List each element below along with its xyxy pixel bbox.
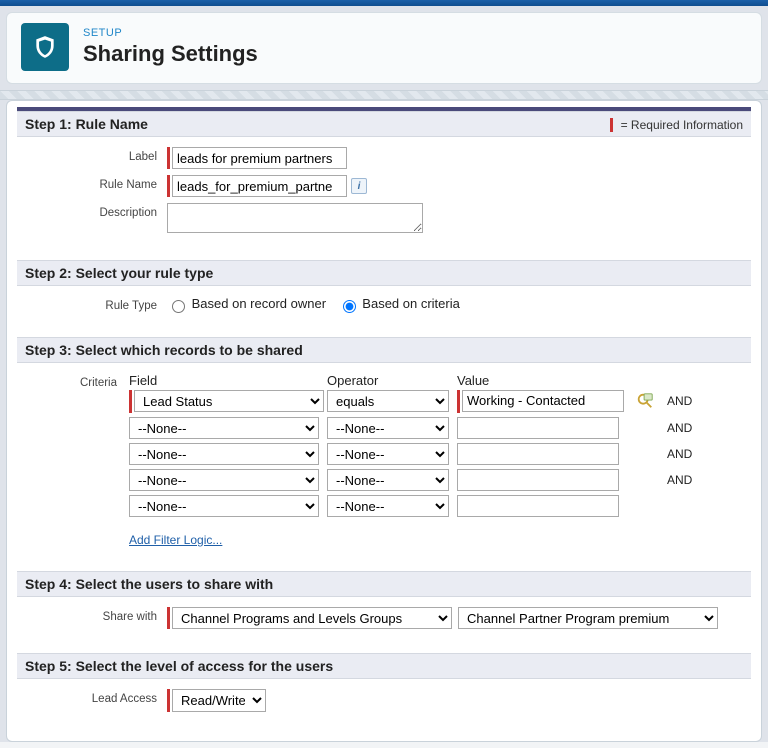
criteria-header-field: Field — [129, 373, 327, 388]
description-input-wrap — [167, 203, 423, 236]
share-with-category-select[interactable]: Channel Programs and Levels Groups — [172, 607, 452, 629]
rule-type-label: Rule Type — [27, 296, 167, 312]
required-text: = Required Information — [621, 118, 743, 132]
criteria-row: --None-- --None-- AND — [129, 417, 709, 439]
rule-type-criteria-label: Based on criteria — [362, 296, 460, 311]
label-label: Label — [27, 147, 167, 163]
rule-type-criteria-radio[interactable] — [343, 300, 356, 313]
row-description: Description — [27, 203, 741, 236]
step4-title: Step 4: Select the users to share with — [25, 576, 273, 592]
criteria-and-label: AND — [663, 443, 709, 465]
criteria-operator-select[interactable]: --None-- — [327, 495, 449, 517]
step2-title: Step 2: Select your rule type — [25, 265, 213, 281]
criteria-header-and — [663, 373, 709, 388]
rule-type-owner-radio[interactable] — [172, 300, 185, 313]
share-with-input-wrap: Channel Programs and Levels Groups Chann… — [167, 607, 724, 629]
rule-type-criteria-option[interactable]: Based on criteria — [338, 296, 460, 311]
criteria-operator-select[interactable]: equals — [327, 390, 449, 412]
row-rule-type: Rule Type Based on record owner Based on… — [27, 296, 741, 313]
label-input-wrap — [167, 147, 347, 169]
page-title: Sharing Settings — [83, 41, 258, 67]
criteria-row: --None-- --None-- AND — [129, 443, 709, 465]
criteria-field-select[interactable]: --None-- — [129, 495, 319, 517]
criteria-operator-select[interactable]: --None-- — [327, 443, 449, 465]
lead-access-input-wrap: Read/Write — [167, 689, 266, 712]
share-with-value-select[interactable]: Channel Partner Program premium — [458, 607, 718, 629]
criteria-field-select[interactable]: --None-- — [129, 417, 319, 439]
criteria-table: Field Operator Value Lead Statusequals AN… — [129, 373, 709, 547]
step1-title: Step 1: Rule Name — [25, 116, 148, 132]
step2-body: Rule Type Based on record owner Based on… — [17, 286, 751, 337]
criteria-operator-select[interactable]: --None-- — [327, 417, 449, 439]
shield-icon — [21, 23, 69, 71]
required-hint: = Required Information — [610, 116, 743, 132]
required-marker-icon — [610, 118, 613, 132]
lead-access-label: Lead Access — [27, 689, 167, 705]
criteria-value-input[interactable] — [457, 417, 619, 439]
criteria-thead: Field Operator Value — [129, 373, 709, 390]
criteria-label: Criteria — [27, 373, 127, 389]
criteria-and-label: AND — [663, 417, 709, 439]
criteria-row: --None-- --None-- AND — [129, 469, 709, 491]
criteria-value-input[interactable] — [457, 443, 619, 465]
criteria-value-input[interactable] — [462, 390, 624, 412]
scroll-area[interactable]: Step 1: Rule Name = Required Information… — [11, 107, 757, 727]
step5-title: Step 5: Select the level of access for t… — [25, 658, 333, 674]
setup-label: SETUP — [83, 27, 258, 39]
criteria-field-select[interactable]: --None-- — [129, 469, 319, 491]
rule-name-input-wrap: i — [167, 175, 367, 197]
lead-access-select[interactable]: Read/Write — [172, 689, 266, 712]
rule-name-input[interactable] — [172, 175, 347, 197]
criteria-field-select[interactable]: Lead Status — [134, 390, 324, 412]
page-header-card: SETUP Sharing Settings — [6, 12, 762, 84]
row-rule-name: Rule Name i — [27, 175, 741, 197]
description-label: Description — [27, 203, 167, 219]
step2-header: Step 2: Select your rule type — [17, 260, 751, 286]
step4-header: Step 4: Select the users to share with — [17, 571, 751, 597]
label-input[interactable] — [172, 147, 347, 169]
row-share-with: Share with Channel Programs and Levels G… — [27, 607, 741, 629]
step3-body: Criteria Field Operator Value Lead Statu… — [17, 363, 751, 571]
step3-title: Step 3: Select which records to be share… — [25, 342, 303, 358]
criteria-header-actions — [627, 373, 663, 388]
step1-body: Label Rule Name i Description — [17, 137, 751, 260]
rule-type-options: Based on record owner Based on criteria — [167, 296, 468, 313]
criteria-field-select[interactable]: --None-- — [129, 443, 319, 465]
step5-header: Step 5: Select the level of access for t… — [17, 653, 751, 679]
row-label: Label — [27, 147, 741, 169]
header-texts: SETUP Sharing Settings — [83, 27, 258, 67]
app-root: SETUP Sharing Settings Step 1: Rule Name… — [0, 0, 768, 742]
top-accent-bar — [0, 0, 768, 6]
decorative-strip — [0, 90, 768, 100]
row-criteria: Criteria Field Operator Value Lead Statu… — [27, 373, 741, 547]
step1-header: Step 1: Rule Name = Required Information — [17, 111, 751, 137]
lookup-icon[interactable] — [636, 392, 654, 410]
share-with-label: Share with — [27, 607, 167, 623]
criteria-operator-select[interactable]: --None-- — [327, 469, 449, 491]
criteria-and-label: AND — [663, 390, 709, 413]
criteria-and-label: AND — [663, 469, 709, 491]
rule-type-owner-option[interactable]: Based on record owner — [167, 296, 330, 311]
criteria-value-input[interactable] — [457, 495, 619, 517]
content-panel: Step 1: Rule Name = Required Information… — [6, 100, 762, 742]
rule-name-label: Rule Name — [27, 175, 167, 191]
criteria-row: Lead Statusequals AND — [129, 390, 709, 413]
info-icon[interactable]: i — [351, 178, 367, 194]
criteria-value-input[interactable] — [457, 469, 619, 491]
criteria-row: --None-- --None-- — [129, 495, 709, 517]
criteria-header-value: Value — [457, 373, 627, 388]
step4-body: Share with Channel Programs and Levels G… — [17, 597, 751, 653]
step3-header: Step 3: Select which records to be share… — [17, 337, 751, 363]
add-filter-logic-link[interactable]: Add Filter Logic... — [129, 533, 222, 547]
criteria-and-label — [663, 495, 709, 517]
description-textarea[interactable] — [167, 203, 423, 233]
step5-body: Lead Access Read/Write — [17, 679, 751, 727]
row-lead-access: Lead Access Read/Write — [27, 689, 741, 712]
criteria-header-operator: Operator — [327, 373, 457, 388]
rule-type-owner-label: Based on record owner — [192, 296, 326, 311]
